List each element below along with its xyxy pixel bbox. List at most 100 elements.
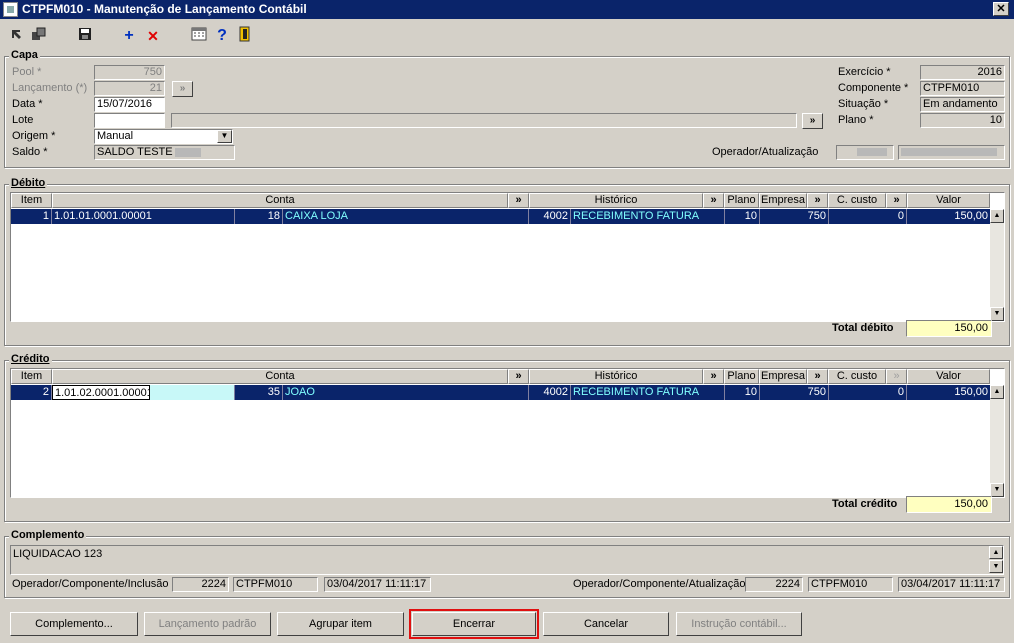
- complemento-button[interactable]: Complemento...: [10, 612, 138, 636]
- debito-header-empresa-more[interactable]: »: [807, 193, 828, 208]
- inclusao-componente-field: CTPFM010: [233, 577, 318, 592]
- credito-cell-ccusto[interactable]: 0: [829, 385, 907, 400]
- capa-title: Capa: [9, 49, 40, 61]
- debito-cell-hist-num[interactable]: 4002: [529, 209, 571, 224]
- calendar-icon[interactable]: [190, 26, 208, 46]
- agrupar-item-button[interactable]: Agrupar item: [277, 612, 404, 636]
- credito-header-historico-more[interactable]: »: [703, 369, 724, 384]
- exit-icon[interactable]: [236, 26, 254, 46]
- scroll-up-icon[interactable]: ▲: [990, 385, 1004, 399]
- credito-cell-hist-num[interactable]: 4002: [529, 385, 571, 400]
- redacted-block: [901, 148, 997, 157]
- credito-cell-conta-edit-area[interactable]: [150, 385, 235, 400]
- save-icon[interactable]: [76, 26, 94, 46]
- table-row[interactable]: 2 1.01.02.0001.00001 35 JOAO 4002 RECEBI…: [11, 385, 990, 400]
- complemento-textarea[interactable]: LIQUIDACAO 123: [10, 545, 1004, 575]
- debito-header-plano[interactable]: Plano: [724, 193, 759, 208]
- inclusao-label: Operador/Componente/Inclusão: [12, 578, 169, 590]
- credito-cell-conta-name[interactable]: JOAO: [283, 385, 529, 400]
- credito-cell-item[interactable]: 2: [11, 385, 52, 400]
- credito-cell-empresa[interactable]: 750: [760, 385, 829, 400]
- debito-cell-conta-code[interactable]: 1.01.01.0001.00001: [52, 209, 235, 224]
- debito-header-conta[interactable]: Conta: [52, 193, 508, 208]
- delete-icon[interactable]: ✕: [144, 26, 162, 46]
- operador-atualizacao-data-field: [898, 145, 1005, 160]
- scroll-down-icon[interactable]: ▼: [989, 560, 1003, 573]
- credito-header-valor[interactable]: Valor: [907, 369, 990, 384]
- total-debito-field: 150,00: [906, 320, 992, 337]
- redacted-block: [857, 148, 887, 157]
- debito-cell-conta-name[interactable]: CAIXA LOJA: [283, 209, 529, 224]
- credito-header-conta[interactable]: Conta: [52, 369, 508, 384]
- scroll-up-icon[interactable]: ▲: [989, 546, 1003, 559]
- debito-header-item[interactable]: Item: [11, 193, 52, 208]
- lote-lookup-button[interactable]: »: [802, 113, 823, 129]
- credito-cell-plano[interactable]: 10: [725, 385, 760, 400]
- credito-header-historico[interactable]: Histórico: [529, 369, 703, 384]
- situacao-label: Situação *: [838, 98, 889, 110]
- origem-select[interactable]: Manual: [94, 129, 233, 144]
- debito-title: Débito: [9, 177, 48, 189]
- app-icon: [3, 2, 18, 17]
- lote-label: Lote: [12, 114, 34, 126]
- credito-header-empresa[interactable]: Empresa: [759, 369, 807, 384]
- credito-header-ccusto[interactable]: C. custo: [828, 369, 886, 384]
- pool-label: Pool *: [12, 66, 42, 78]
- data-label: Data *: [12, 98, 43, 110]
- debito-header-ccusto[interactable]: C. custo: [828, 193, 886, 208]
- atualizacao-componente-field: CTPFM010: [808, 577, 893, 592]
- debito-header-valor[interactable]: Valor: [907, 193, 990, 208]
- plano-label: Plano *: [838, 114, 874, 126]
- debito-header-historico[interactable]: Histórico: [529, 193, 703, 208]
- atualizacao-operador-field: 2224: [745, 577, 803, 592]
- credito-scrollbar[interactable]: ▲ ▼: [990, 385, 1004, 497]
- debito-header-ccusto-more[interactable]: »: [886, 193, 907, 208]
- chevron-down-icon[interactable]: ▼: [217, 130, 232, 143]
- pool-field: 750: [94, 65, 165, 80]
- debito-cell-hist-name[interactable]: RECEBIMENTO FATURA: [571, 209, 725, 224]
- debito-cell-conta-num[interactable]: 18: [235, 209, 283, 224]
- first-record-icon[interactable]: [8, 26, 26, 46]
- encerrar-button[interactable]: Encerrar: [409, 609, 539, 639]
- operador-atualizacao-label: Operador/Atualização: [712, 146, 819, 158]
- table-row[interactable]: 1 1.01.01.0001.00001 18 CAIXA LOJA 4002 …: [11, 209, 990, 224]
- atualizacao-data-field: 03/04/2017 11:11:17: [898, 577, 1005, 592]
- add-icon[interactable]: +: [120, 26, 138, 46]
- debito-cell-empresa[interactable]: 750: [760, 209, 829, 224]
- redacted-block: [174, 147, 201, 157]
- window-title-bar: CTPFM010 - Manutenção de Lançamento Cont…: [0, 0, 1014, 19]
- complemento-title: Complemento: [9, 529, 87, 541]
- inclusao-operador-field: 2224: [172, 577, 229, 592]
- scroll-down-icon[interactable]: ▼: [990, 307, 1004, 321]
- credito-header-ccusto-more: »: [886, 369, 907, 384]
- debito-cell-ccusto[interactable]: 0: [829, 209, 907, 224]
- credito-header-item[interactable]: Item: [11, 369, 52, 384]
- data-field[interactable]: 15/07/2016: [94, 97, 165, 112]
- navigate-icon[interactable]: [30, 26, 48, 46]
- debito-header-conta-more[interactable]: »: [508, 193, 529, 208]
- credito-cell-conta-num[interactable]: 35: [235, 385, 283, 400]
- close-icon[interactable]: ✕: [993, 2, 1009, 16]
- debito-cell-item[interactable]: 1: [11, 209, 52, 224]
- credito-header-conta-more[interactable]: »: [508, 369, 529, 384]
- instrucao-contabil-button: Instrução contábil...: [676, 612, 802, 636]
- exercicio-field: 2016: [920, 65, 1005, 80]
- credito-title: Crédito: [9, 353, 52, 365]
- debito-scrollbar[interactable]: ▲ ▼: [990, 209, 1004, 321]
- credito-cell-valor[interactable]: 150,00: [907, 385, 990, 400]
- lote-field[interactable]: [94, 113, 165, 128]
- scroll-down-icon[interactable]: ▼: [990, 483, 1004, 497]
- debito-header-historico-more[interactable]: »: [703, 193, 724, 208]
- debito-header-empresa[interactable]: Empresa: [759, 193, 807, 208]
- credito-header-empresa-more[interactable]: »: [807, 369, 828, 384]
- credito-cell-conta-code-editor[interactable]: 1.01.02.0001.00001: [52, 385, 150, 400]
- debito-cell-plano[interactable]: 10: [725, 209, 760, 224]
- atualizacao-label: Operador/Componente/Atualização: [573, 578, 746, 590]
- debito-cell-valor[interactable]: 150,00: [907, 209, 990, 224]
- credito-header-plano[interactable]: Plano: [724, 369, 759, 384]
- cancelar-button[interactable]: Cancelar: [543, 612, 669, 636]
- credito-cell-hist-name[interactable]: RECEBIMENTO FATURA: [571, 385, 725, 400]
- help-icon[interactable]: ?: [213, 26, 231, 46]
- scroll-up-icon[interactable]: ▲: [990, 209, 1004, 223]
- total-credito-label: Total crédito: [832, 498, 898, 510]
